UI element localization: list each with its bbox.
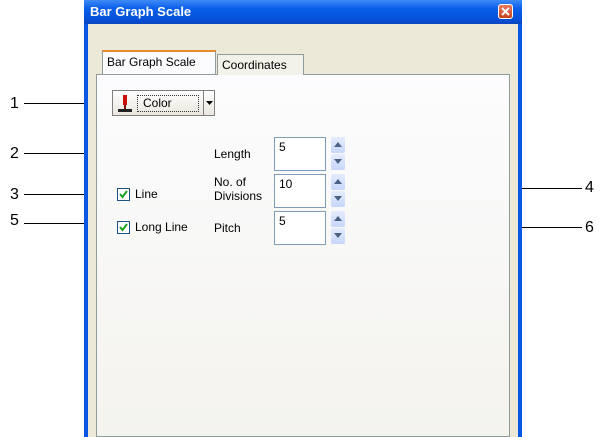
checkmark-icon: [119, 223, 128, 232]
up-arrow-icon: [334, 142, 342, 147]
divisions-label-line2: Divisions: [214, 189, 263, 203]
color-button[interactable]: Color: [112, 90, 204, 116]
length-input[interactable]: 5: [274, 137, 326, 171]
divisions-spin-down[interactable]: [331, 191, 345, 207]
pitch-spin-down[interactable]: [331, 228, 345, 244]
down-arrow-icon: [334, 159, 342, 164]
pitch-spinner[interactable]: [331, 211, 345, 245]
tab-panel: [96, 74, 510, 437]
close-button[interactable]: [498, 4, 513, 19]
up-arrow-icon: [334, 216, 342, 221]
length-spin-down[interactable]: [331, 154, 345, 170]
long-line-label: Long Line: [135, 220, 188, 234]
chevron-down-icon: [206, 101, 213, 105]
callout-3: 3: [10, 186, 19, 203]
line-label: Line: [135, 187, 158, 201]
title-bar[interactable]: Bar Graph Scale: [84, 0, 522, 24]
callout-6: 6: [585, 219, 594, 236]
tab-bar-graph-scale[interactable]: Bar Graph Scale: [102, 50, 216, 74]
callout-2: 2: [10, 145, 19, 162]
tab-coordinates[interactable]: Coordinates: [217, 54, 304, 75]
length-spinner[interactable]: [331, 137, 345, 171]
length-label: Length: [214, 147, 251, 161]
pen-icon: [118, 95, 132, 112]
divisions-spin-up[interactable]: [331, 174, 345, 190]
divisions-spinner[interactable]: [331, 174, 345, 208]
down-arrow-icon: [334, 233, 342, 238]
up-arrow-icon: [334, 179, 342, 184]
callout-1: 1: [10, 95, 19, 112]
color-label: Color: [137, 95, 199, 112]
divisions-input[interactable]: 10: [274, 174, 326, 208]
divisions-label-line1: No. of: [214, 175, 247, 189]
window-title: Bar Graph Scale: [90, 4, 192, 19]
line-checkbox[interactable]: [117, 188, 130, 201]
checkmark-icon: [119, 190, 128, 199]
callout-5: 5: [10, 212, 19, 229]
down-arrow-icon: [334, 196, 342, 201]
length-spin-up[interactable]: [331, 137, 345, 153]
color-dropdown-arrow[interactable]: [204, 90, 215, 116]
close-icon: [501, 7, 510, 16]
pitch-input[interactable]: 5: [274, 211, 326, 245]
callout-4: 4: [585, 179, 594, 196]
long-line-checkbox[interactable]: [117, 221, 130, 234]
pitch-spin-up[interactable]: [331, 211, 345, 227]
pitch-label: Pitch: [214, 221, 241, 235]
